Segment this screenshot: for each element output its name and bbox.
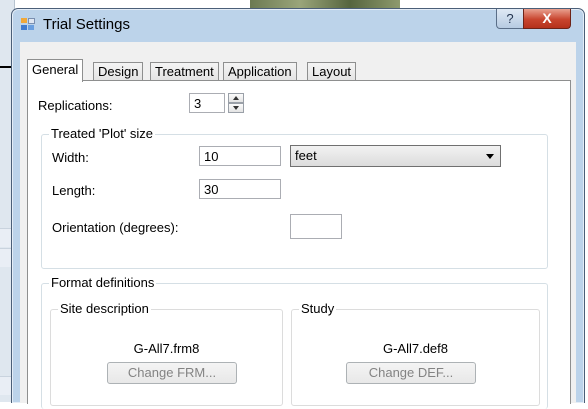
tab-treatment[interactable]: Treatment bbox=[150, 62, 219, 82]
study-title: Study bbox=[299, 301, 337, 316]
tab-general[interactable]: General bbox=[27, 59, 84, 82]
tab-layout[interactable]: Layout bbox=[307, 62, 357, 82]
site-description-title: Site description bbox=[58, 301, 151, 316]
unit-select[interactable]: feet bbox=[290, 145, 501, 167]
change-def-button[interactable]: Change DEF... bbox=[346, 362, 476, 384]
study-file: G-All7.def8 bbox=[382, 341, 449, 356]
help-icon: ? bbox=[506, 11, 514, 26]
tab-design[interactable]: Design bbox=[93, 62, 144, 82]
spin-up-button[interactable] bbox=[228, 93, 244, 103]
trial-settings-dialog: Trial Settings ? X General Design Treatm… bbox=[11, 8, 585, 409]
tab-application[interactable]: Application bbox=[223, 62, 297, 82]
close-button[interactable]: X bbox=[523, 9, 571, 29]
orientation-input[interactable] bbox=[290, 214, 342, 239]
spin-down-button[interactable] bbox=[228, 103, 244, 113]
app-icon bbox=[21, 18, 35, 31]
format-definitions-title: Format definitions bbox=[49, 275, 157, 290]
width-input[interactable] bbox=[199, 146, 281, 166]
orientation-label: Orientation (degrees): bbox=[52, 220, 179, 235]
unit-select-value: feet bbox=[295, 148, 317, 163]
plot-size-group-title: Treated 'Plot' size bbox=[49, 126, 156, 141]
format-definitions-group: Format definitions Site description G-Al… bbox=[41, 275, 548, 409]
help-button[interactable]: ? bbox=[496, 9, 524, 29]
width-label: Width: bbox=[52, 150, 89, 165]
length-label: Length: bbox=[52, 183, 96, 198]
window-title: Trial Settings bbox=[43, 16, 130, 33]
length-input[interactable] bbox=[199, 179, 281, 199]
dropdown-arrow-icon bbox=[486, 154, 494, 159]
dialog-client-area: General Design Treatment Application Lay… bbox=[20, 42, 576, 409]
replications-spinner[interactable] bbox=[228, 93, 244, 113]
study-group: Study G-All7.def8 Change DEF... bbox=[291, 301, 540, 406]
site-description-file: G-All7.frm8 bbox=[133, 341, 200, 356]
replications-label: Replications: bbox=[38, 98, 113, 113]
close-icon: X bbox=[542, 10, 552, 26]
chevron-down-icon bbox=[233, 106, 239, 110]
chevron-up-icon bbox=[233, 96, 239, 100]
title-bar[interactable]: Trial Settings ? X bbox=[12, 9, 584, 39]
change-frm-button[interactable]: Change FRM... bbox=[107, 362, 237, 384]
plot-size-group: Treated 'Plot' size Width: feet Length: … bbox=[41, 126, 548, 269]
replications-input[interactable] bbox=[189, 93, 225, 113]
site-description-group: Site description G-All7.frm8 Change FRM.… bbox=[50, 301, 283, 406]
general-tab-panel: Replications: Treated 'Plot' size Width:… bbox=[27, 80, 571, 409]
